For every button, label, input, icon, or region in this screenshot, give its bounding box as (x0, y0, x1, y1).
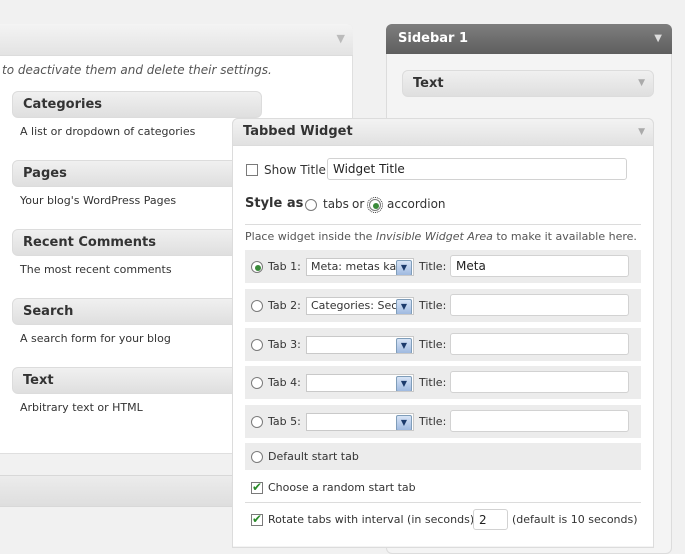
style-as-label: Style as (245, 196, 304, 211)
tab-4-title-input[interactable] (450, 371, 629, 393)
tab-4-label: Tab 4: (268, 376, 301, 389)
show-title-label: Show Title (264, 163, 326, 177)
tab-1-radio[interactable] (251, 261, 263, 273)
widget-categories-desc: A list or dropdown of categories (20, 125, 196, 138)
tab-3-radio[interactable] (251, 339, 263, 351)
tab-3-select[interactable]: ▼ (306, 336, 414, 354)
widget-search-desc: A search form for your blog (20, 332, 171, 345)
divider (245, 224, 641, 225)
sidebar-header[interactable]: Sidebar 1 ▼ (386, 24, 672, 54)
text-widget-arrow-icon[interactable]: ▼ (638, 78, 645, 88)
dropdown-arrow-icon[interactable]: ▼ (396, 299, 412, 314)
widget-text-desc: Arbitrary text or HTML (20, 401, 143, 414)
tab-4-radio[interactable] (251, 377, 263, 389)
tab-1-select[interactable]: Meta: metas kak ▼ (306, 258, 414, 276)
collapse-arrow-icon[interactable]: ▼ (337, 32, 345, 45)
tab-5-title-label: Title: (419, 415, 447, 428)
sidebar-title: Sidebar 1 (398, 31, 469, 46)
divider (245, 502, 641, 503)
tab-2-radio[interactable] (251, 300, 263, 312)
style-tabs-radio[interactable] (305, 199, 317, 211)
default-start-radio[interactable] (251, 451, 263, 463)
tab-5-select[interactable]: ▼ (306, 413, 414, 431)
available-widgets-description: to deactivate them and delete their sett… (2, 63, 272, 77)
dropdown-arrow-icon[interactable]: ▼ (396, 260, 412, 275)
show-title-checkbox[interactable] (246, 164, 258, 176)
tab-2-title-input[interactable] (450, 294, 629, 316)
tab-1-label: Tab 1: (268, 260, 301, 273)
dropdown-arrow-icon[interactable]: ▼ (396, 338, 412, 353)
style-tabs-label: tabs (323, 197, 349, 211)
widget-categories[interactable]: Categories (12, 91, 262, 118)
style-as-colon: : (296, 196, 301, 211)
widget-recent-comments[interactable]: Recent Comments (12, 229, 262, 256)
tab-1-title-label: Title: (419, 260, 447, 273)
rotate-interval-hint: (default is 10 seconds) (512, 513, 638, 526)
tabbed-widget-title: Tabbed Widget (243, 124, 353, 139)
rotate-interval-input[interactable]: 2 (473, 509, 508, 530)
tab-1-title-input[interactable]: Meta (450, 255, 629, 277)
default-start-label: Default start tab (268, 450, 359, 463)
placement-hint: Place widget inside the Invisible Widget… (245, 230, 637, 243)
style-or-label: or (352, 197, 365, 211)
dropdown-arrow-icon[interactable]: ▼ (396, 376, 412, 391)
widget-pages-desc: Your blog's WordPress Pages (20, 194, 177, 207)
tab-3-label: Tab 3: (268, 338, 301, 351)
widget-recent-comments-desc: The most recent comments (20, 263, 172, 276)
tab-5-radio[interactable] (251, 416, 263, 428)
widget-pages[interactable]: Pages (12, 160, 262, 187)
tab-5-label: Tab 5: (268, 415, 301, 428)
widget-title-input[interactable]: Widget Title (327, 158, 627, 180)
rotate-tabs-checkbox[interactable] (251, 512, 263, 526)
tab-2-select[interactable]: Categories: Sec ▼ (306, 297, 414, 315)
widget-search[interactable]: Search (12, 298, 262, 325)
available-widgets-header[interactable]: ▼ (0, 24, 353, 56)
style-accordion-label: accordion (387, 197, 446, 211)
sidebar-collapse-arrow-icon[interactable]: ▼ (654, 33, 662, 44)
tabbed-widget-arrow-icon[interactable]: ▼ (638, 127, 645, 137)
tab-4-title-label: Title: (419, 376, 447, 389)
tab-3-title-label: Title: (419, 338, 447, 351)
widget-text[interactable]: Text (12, 367, 262, 394)
random-start-checkbox[interactable] (251, 480, 263, 494)
random-start-label: Choose a random start tab (268, 481, 416, 494)
sidebar-text-widget[interactable]: Text ▼ (402, 70, 654, 97)
tab-4-select[interactable]: ▼ (306, 374, 414, 392)
tab-3-title-input[interactable] (450, 333, 629, 355)
style-accordion-radio[interactable] (367, 197, 383, 213)
tab-5-title-input[interactable] (450, 410, 629, 432)
tab-2-title-label: Title: (419, 299, 447, 312)
tabbed-widget-header[interactable]: Tabbed Widget ▼ (232, 118, 654, 146)
rotate-tabs-label: Rotate tabs with interval (in seconds): (268, 513, 478, 526)
tab-2-label: Tab 2: (268, 299, 301, 312)
dropdown-arrow-icon[interactable]: ▼ (396, 415, 412, 430)
